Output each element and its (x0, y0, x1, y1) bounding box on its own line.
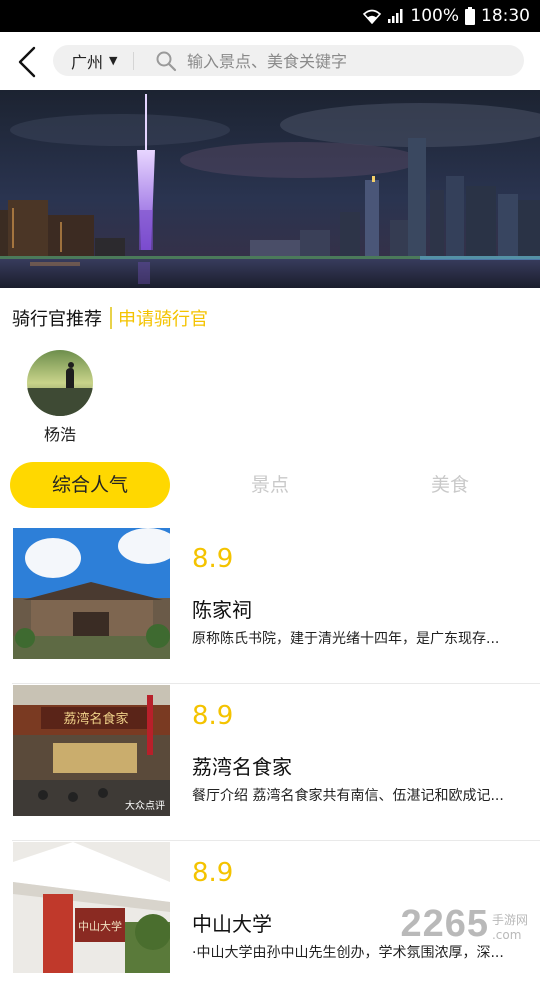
item-description: 原称陈氏书院，建于清光绪十四年，是广东现存... (192, 631, 500, 647)
sun-yat-sen-university-thumbnail: 中山大学 (13, 842, 170, 973)
item-score: 8.9 (192, 858, 234, 888)
tab-food[interactable]: 美食 (370, 462, 530, 508)
guide-section-header: 骑行官推荐 申请骑行官 (12, 305, 208, 331)
search-divider (133, 52, 134, 70)
section-divider (110, 307, 112, 329)
item-description: ·中山大学由孙中山先生创办，学术氛围浓厚，深... (192, 945, 504, 961)
restaurant-thumbnail: 荔湾名食家 大众点评 (13, 685, 170, 816)
guide-name: 杨浩 (43, 425, 76, 444)
battery-percent: 100% (410, 6, 459, 26)
wifi-icon (363, 9, 382, 24)
search-bar: 广州 ▼ (53, 45, 524, 78)
list-item[interactable]: 中山大学 8.9 中山大学 ·中山大学由孙中山先生创办，学术氛围浓厚，深... (0, 842, 540, 998)
city-banner-image[interactable] (0, 90, 540, 288)
section-title: 骑行官推荐 (12, 309, 102, 330)
tab-popularity[interactable]: 综合人气 (10, 462, 170, 508)
item-description: 餐厅介绍 荔湾名食家共有南信、伍湛记和欧成记... (192, 788, 504, 804)
guide-card[interactable]: 杨浩 (27, 350, 93, 445)
item-separator (12, 683, 540, 684)
tab-attractions[interactable]: 景点 (190, 462, 350, 508)
list-item[interactable]: 8.9 陈家祠 原称陈氏书院，建于清光绪十四年，是广东现存... (0, 528, 540, 684)
item-title: 中山大学 (192, 912, 272, 936)
search-icon[interactable] (155, 50, 177, 72)
clock: 18:30 (481, 6, 530, 26)
restaurant-sign-text: 荔湾名食家 (63, 711, 128, 727)
item-title: 陈家祠 (192, 598, 252, 622)
list-item[interactable]: 荔湾名食家 大众点评 8.9 荔湾名食家 餐厅介绍 荔湾名食家共有南信、伍湛记和… (0, 685, 540, 841)
back-button[interactable] (10, 42, 46, 82)
dropdown-triangle-icon: ▼ (109, 54, 118, 67)
chen-clan-temple-thumbnail (13, 528, 170, 659)
university-sign-text: 中山大学 (78, 919, 122, 933)
apply-guide-link[interactable]: 申请骑行官 (118, 305, 208, 331)
category-tabs: 综合人气 景点 美食 (0, 462, 540, 510)
city-night-skyline-image (0, 90, 540, 288)
header: 广州 ▼ (0, 32, 540, 90)
battery-icon (465, 7, 475, 25)
status-icons: 100% 18:30 (362, 0, 530, 32)
city-dropdown[interactable]: 广州 ▼ (71, 45, 117, 76)
signal-icon (388, 9, 403, 23)
search-input[interactable] (185, 45, 509, 78)
item-title: 荔湾名食家 (192, 755, 292, 779)
item-separator (12, 840, 540, 841)
avatar (27, 350, 93, 416)
item-score: 8.9 (192, 544, 234, 574)
dianping-watermark: 大众点评 (125, 799, 165, 812)
item-score: 8.9 (192, 701, 234, 731)
back-arrow-icon (18, 46, 36, 78)
city-label: 广州 (71, 52, 104, 72)
status-bar: 100% 18:30 (0, 0, 540, 32)
